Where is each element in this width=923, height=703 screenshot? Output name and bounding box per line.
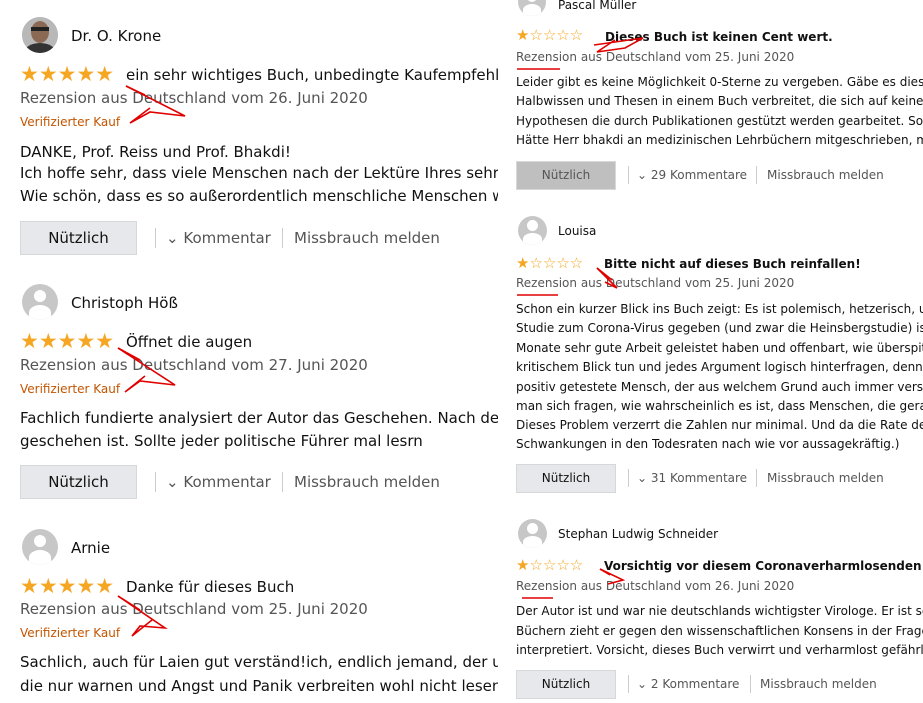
star-rating[interactable]: ★★★★★ — [20, 63, 114, 85]
review-meta: Rezension aus Deutschland vom 25. Juni 2… — [516, 50, 795, 64]
comments-link[interactable]: ⌄ 29 Kommentare — [637, 168, 747, 182]
review-meta: Rezension aus Deutschland vom 26. Juni 2… — [516, 579, 795, 593]
review-card: Pascal Müller ★☆☆☆☆ Dieses Buch ist kein… — [508, 0, 923, 203]
verified-purchase-badge: Verifizierter Kauf — [20, 382, 121, 396]
review-text-line: positiv getestete Mensch, der aus welche… — [516, 380, 923, 394]
panel-divider — [498, 0, 508, 703]
review-text-line: Monate sehr gute Arbeit geleistet haben … — [516, 341, 923, 355]
review-title[interactable]: Vorsichtig vor diesem Coronaverharmlosen… — [604, 559, 923, 573]
helpful-button[interactable]: Nützlich — [516, 161, 616, 190]
helpful-button[interactable]: Nützlich — [20, 465, 137, 499]
helpful-button[interactable]: Nützlich — [516, 464, 616, 493]
review-text-line: Fachlich fundierte analysiert der Autor … — [20, 409, 498, 427]
divider — [756, 469, 757, 487]
review-card: Christoph Höß ★★★★★ Öffnet die augen Rez… — [0, 283, 498, 503]
report-abuse-link[interactable]: Missbrauch melden — [767, 168, 884, 182]
divider — [155, 228, 156, 248]
review-title[interactable]: Danke für dieses Buch — [126, 578, 294, 596]
review-text-line: interpretiert. Vorsicht, dieses Buch ver… — [516, 643, 923, 657]
review-text-line: Schwankungen in den Todesraten nach wie … — [516, 437, 900, 451]
verified-purchase-badge: Verifizierter Kauf — [20, 626, 121, 640]
review-text-line: kritischem Blick tun und jedes Argument … — [516, 360, 923, 374]
review-text-line: Der Autor ist und war nie deutschlands w… — [516, 604, 923, 618]
avatar[interactable] — [518, 519, 547, 548]
divider — [282, 228, 283, 248]
star-rating[interactable]: ★★★★★ — [20, 330, 114, 352]
chevron-down-icon: ⌄ — [166, 473, 179, 491]
review-meta: Rezension aus Deutschland vom 25. Juni 2… — [516, 276, 795, 290]
helpful-button[interactable]: Nützlich — [20, 221, 137, 255]
comments-link[interactable]: ⌄ 31 Kommentare — [637, 471, 747, 485]
star-rating[interactable]: ★★★★★ — [20, 575, 114, 597]
review-text-line: Büchern zieht er gegen den wissenschaftl… — [516, 624, 923, 638]
left-review-panel: Dr. O. Krone ★★★★★ ein sehr wichtiges Bu… — [0, 0, 498, 703]
comments-link[interactable]: ⌄ 2 Kommentare — [637, 677, 739, 691]
review-text-line: Ich hoffe sehr, dass viele Menschen nach… — [20, 164, 498, 182]
review-card: Arnie ★★★★★ Danke für dieses Buch Rezens… — [0, 528, 498, 703]
review-title[interactable]: ein sehr wichtiges Buch, unbedingte Kauf… — [126, 66, 498, 84]
comment-link[interactable]: ⌄ Kommentar — [166, 473, 271, 491]
review-title[interactable]: Bitte nicht auf dieses Buch reinfallen! — [604, 257, 861, 271]
reviewer-name[interactable]: Louisa — [558, 224, 596, 238]
divider — [628, 675, 629, 693]
review-card: Louisa ★☆☆☆☆ Bitte nicht auf dieses Buch… — [508, 215, 923, 500]
report-abuse-link[interactable]: Missbrauch melden — [294, 473, 440, 491]
divider — [628, 166, 629, 184]
divider — [282, 472, 283, 492]
helpful-button[interactable]: Nützlich — [516, 670, 616, 699]
avatar[interactable] — [22, 284, 58, 320]
divider — [155, 472, 156, 492]
report-abuse-link[interactable]: Missbrauch melden — [760, 677, 877, 691]
avatar[interactable] — [22, 529, 58, 565]
review-text-line: die nur warnen und Angst und Panik verbr… — [20, 677, 498, 695]
comment-link[interactable]: ⌄ Kommentar — [166, 229, 271, 247]
reviewer-name[interactable]: Christoph Höß — [71, 294, 178, 312]
review-text-line: Sachlich, auch für Laien gut verständ!ic… — [20, 653, 498, 671]
avatar-photo[interactable] — [22, 17, 58, 53]
chevron-down-icon: ⌄ — [166, 229, 179, 247]
reviewer-name[interactable]: Dr. O. Krone — [71, 27, 161, 45]
review-text-line: geschehen ist. Sollte jeder politische F… — [20, 432, 423, 450]
reviewer-name[interactable]: Pascal Müller — [558, 0, 636, 12]
avatar[interactable] — [518, 216, 547, 245]
star-rating[interactable]: ★☆☆☆☆ — [516, 27, 583, 43]
review-text-line: Hätte Herr bhakdi an medizinischen Lehrb… — [516, 133, 923, 147]
review-card: Dr. O. Krone ★★★★★ ein sehr wichtiges Bu… — [0, 0, 498, 260]
review-text-line: man sich fragen, wie wahrscheinlich es i… — [516, 399, 923, 413]
review-text-line: Studie zum Corona-Virus gegeben (und zwa… — [516, 321, 923, 335]
chevron-down-icon: ⌄ — [637, 677, 648, 691]
reviewer-name[interactable]: Stephan Ludwig Schneider — [558, 527, 718, 541]
star-rating[interactable]: ★☆☆☆☆ — [516, 557, 583, 573]
review-meta: Rezension aus Deutschland vom 26. Juni 2… — [20, 89, 368, 107]
avatar[interactable] — [518, 0, 546, 16]
review-text-line: Leider gibt es keine Möglichkeit 0-Stern… — [516, 75, 923, 89]
divider — [750, 675, 751, 693]
review-meta: Rezension aus Deutschland vom 27. Juni 2… — [20, 356, 368, 374]
report-abuse-link[interactable]: Missbrauch melden — [767, 471, 884, 485]
review-text-line: Halbwissen und Thesen in einem Buch verb… — [516, 94, 923, 108]
review-meta: Rezension aus Deutschland vom 25. Juni 2… — [20, 600, 368, 618]
verified-purchase-badge: Verifizierter Kauf — [20, 115, 121, 129]
star-rating[interactable]: ★☆☆☆☆ — [516, 255, 583, 271]
divider — [756, 166, 757, 184]
review-card: Stephan Ludwig Schneider ★☆☆☆☆ Vorsichti… — [508, 518, 923, 703]
right-review-panel: Pascal Müller ★☆☆☆☆ Dieses Buch ist kein… — [508, 0, 923, 703]
chevron-down-icon: ⌄ — [637, 471, 648, 485]
review-title[interactable]: Dieses Buch ist keinen Cent wert. — [605, 30, 833, 44]
divider — [628, 469, 629, 487]
reviewer-name[interactable]: Arnie — [71, 539, 110, 557]
review-text-line: Schon ein kurzer Blick ins Buch zeigt: E… — [516, 302, 923, 316]
review-title[interactable]: Öffnet die augen — [126, 333, 252, 351]
chevron-down-icon: ⌄ — [637, 168, 648, 182]
review-text-line: Hypothesen die durch Publikationen gestü… — [516, 114, 923, 128]
report-abuse-link[interactable]: Missbrauch melden — [294, 229, 440, 247]
review-text-line: Wie schön, dass es so außerordentlich me… — [20, 187, 498, 205]
review-text-line: Dieses Problem verzerrt die Zahlen nur m… — [516, 418, 923, 432]
review-text-line: DANKE, Prof. Reiss und Prof. Bhakdi! — [20, 143, 291, 161]
